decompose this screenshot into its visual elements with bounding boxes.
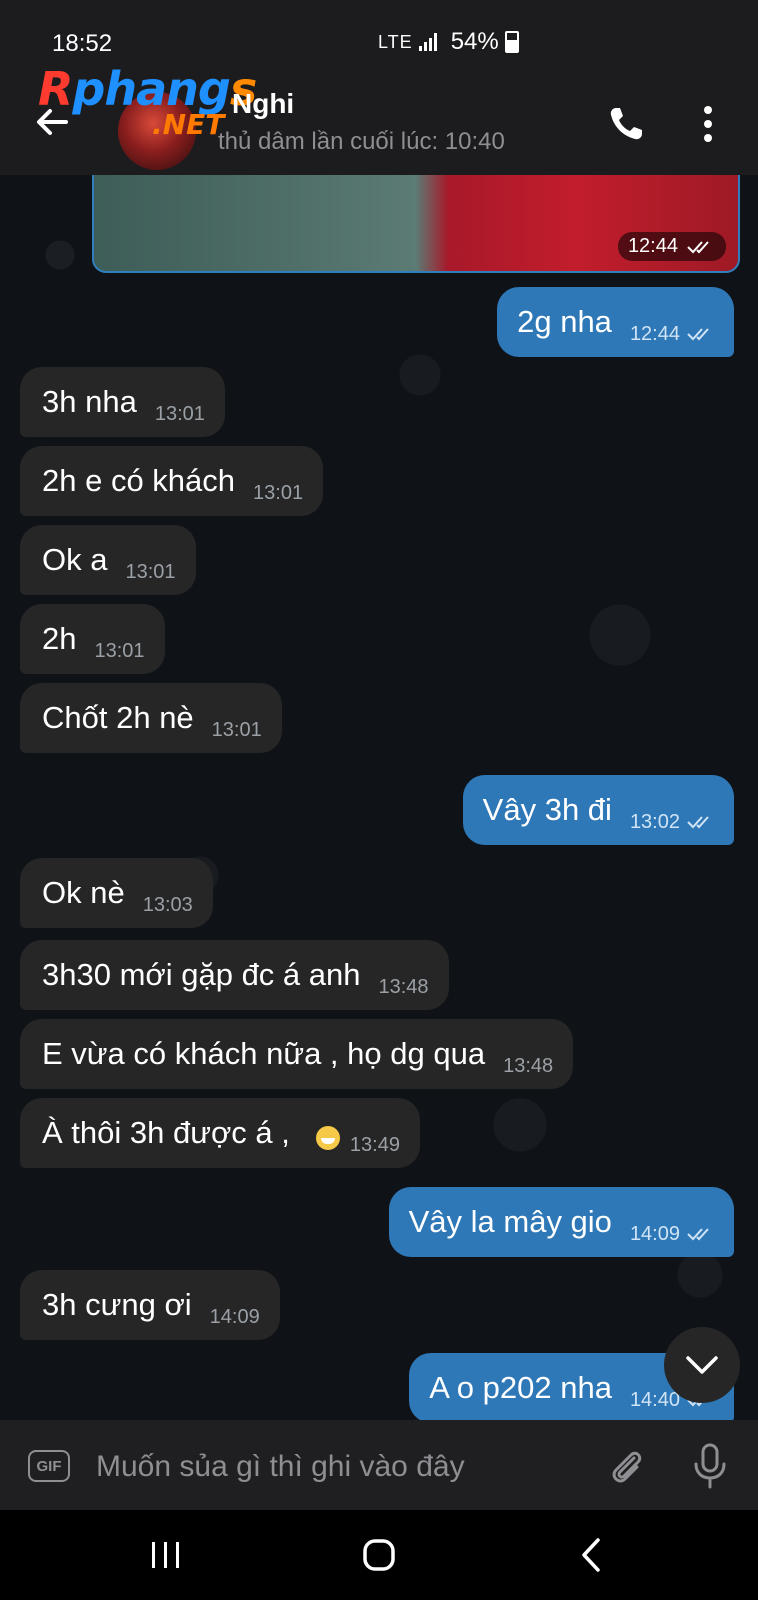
message-bubble-in[interactable]: Chốt 2h nè 13:01 — [20, 683, 282, 753]
nav-back-icon[interactable] — [578, 1536, 606, 1574]
chat-header: Rphangs .NET Nghi thủ dâm lần cuối lúc: … — [0, 62, 758, 175]
message-bubble-in[interactable]: Ok nè 13:03 — [20, 858, 213, 928]
battery-level: 54% — [450, 28, 499, 55]
network-type: LTE — [378, 31, 413, 52]
message-time: 13:01 — [125, 560, 176, 583]
status-time: 18:52 — [52, 30, 113, 57]
message-time: 14:09 — [209, 1305, 260, 1328]
message-time: 14:09 — [630, 1223, 716, 1246]
microphone-icon[interactable] — [690, 1442, 730, 1490]
system-navigation-bar — [0, 1510, 758, 1600]
message-time: 13:01 — [154, 402, 205, 425]
double-check-icon — [687, 328, 709, 341]
message-time: 13:03 — [142, 893, 193, 916]
chevron-down-icon — [686, 1356, 718, 1374]
message-bubble-in[interactable]: 3h cưng ơi 14:09 — [20, 1270, 280, 1340]
watermark-suffix: .NET — [152, 108, 225, 141]
message-bubble-in[interactable]: Ok a 13:01 — [20, 525, 196, 595]
chat-area[interactable]: 12:44 2g nha 12:44 3h nha 13:01 2h e có kh… — [0, 175, 758, 1420]
more-options-icon[interactable] — [696, 104, 720, 144]
home-icon[interactable] — [362, 1538, 396, 1572]
gif-button[interactable]: GIF — [28, 1450, 70, 1482]
double-check-icon — [687, 816, 709, 829]
message-bubble-in[interactable]: À thôi 3h được á , 13:49 — [20, 1098, 420, 1168]
message-time: 12:44 — [617, 232, 726, 261]
message-bubble-out[interactable]: 2g nha 12:44 — [497, 287, 734, 357]
recent-apps-icon[interactable] — [148, 1538, 184, 1572]
status-indicators: LTE 54% — [378, 28, 519, 56]
message-time: 13:01 — [94, 639, 145, 662]
message-time: 13:02 — [630, 811, 716, 834]
message-composer: GIF — [0, 1420, 758, 1510]
media-message[interactable]: 12:44 — [92, 175, 740, 273]
message-time: 12:44 — [630, 323, 716, 346]
double-check-icon — [687, 240, 709, 253]
phone-call-icon[interactable] — [604, 102, 648, 146]
message-bubble-in[interactable]: 2h e có khách 13:01 — [20, 446, 324, 516]
message-time: 13:01 — [253, 481, 304, 504]
message-time: 13:01 — [211, 718, 262, 741]
message-bubble-in[interactable]: 3h30 mới gặp đc á anh 13:48 — [20, 940, 449, 1010]
contact-name[interactable]: Nghi — [232, 88, 294, 120]
signal-icon — [418, 33, 437, 51]
grinning-face-emoji-icon — [315, 1126, 340, 1150]
scroll-to-bottom-button[interactable] — [664, 1327, 740, 1403]
message-input[interactable] — [94, 1444, 578, 1490]
message-time: 13:49 — [349, 1133, 400, 1156]
message-time: 13:48 — [503, 1054, 554, 1077]
message-bubble-in[interactable]: E vừa có khách nữa , họ dg qua 13:48 — [20, 1019, 574, 1089]
message-bubble-in[interactable]: 2h 13:01 — [20, 604, 165, 674]
last-seen-status: thủ dâm lần cuối lúc: 10:40 — [218, 128, 505, 155]
message-bubble-out[interactable]: Vây 3h đi 13:02 — [462, 775, 734, 845]
message-bubble-in[interactable]: 3h nha 13:01 — [20, 367, 225, 437]
double-check-icon — [687, 1228, 709, 1241]
message-time: 13:48 — [378, 975, 429, 998]
battery-icon — [504, 31, 519, 53]
message-bubble-out[interactable]: Vây la mây gio 14:09 — [388, 1187, 734, 1257]
paperclip-icon[interactable] — [604, 1444, 648, 1488]
